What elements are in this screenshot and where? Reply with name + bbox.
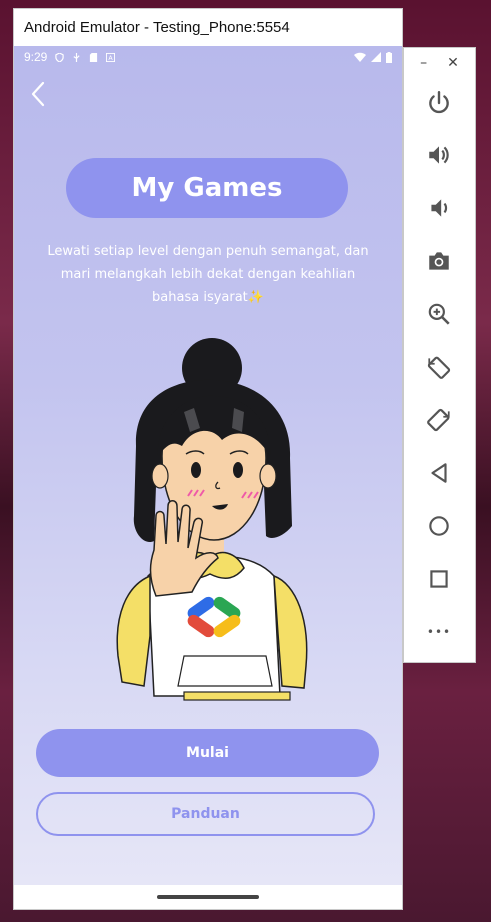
shield-status-icon [55,52,65,62]
circle-home-icon [429,516,449,536]
gesture-handle[interactable] [157,895,259,899]
window-title: Android Emulator - Testing_Phone:5554 [24,19,290,36]
minimize-button[interactable]: – [420,55,427,71]
start-button[interactable]: Mulai [36,729,379,777]
rotate-left-button[interactable] [422,350,456,384]
close-button[interactable]: ✕ [447,55,459,71]
zoom-in-icon [428,303,450,325]
triangle-back-icon [431,463,447,483]
page-title-pill: My Games [66,158,348,218]
zoom-button[interactable] [422,297,456,331]
nav-overview-button[interactable] [422,562,456,596]
square-overview-icon [430,570,448,588]
emulator-side-toolbar: – ✕ ••• [404,48,475,662]
power-icon [429,90,449,114]
wifi-icon [354,52,366,62]
screenshot-button[interactable] [422,244,456,278]
phone-screen: 9:29 A My Games Lewati setiap level deng… [14,46,402,885]
signal-icon [371,52,381,62]
chevron-left-icon [31,81,45,107]
status-bar: 9:29 A [14,46,402,68]
app-status-icon: A [106,52,116,62]
toolbar-window-controls: – ✕ [404,48,475,78]
guide-button[interactable]: Panduan [36,792,375,836]
emulator-window: Android Emulator - Testing_Phone:5554 9:… [14,9,402,909]
nav-home-button[interactable] [422,509,456,543]
nav-back-button[interactable] [422,456,456,490]
volume-up-button[interactable] [422,138,456,172]
window-titlebar[interactable]: Android Emulator - Testing_Phone:5554 [14,9,402,46]
description-text: Lewati setiap level dengan penuh semanga… [47,244,369,305]
volume-down-button[interactable] [422,191,456,225]
battery-icon [386,51,392,63]
svg-text:A: A [109,55,114,62]
back-button[interactable] [28,80,52,108]
power-button[interactable] [422,86,456,120]
rotate-left-icon [427,356,451,379]
volume-up-icon [429,146,449,164]
girl-waving-illustration [116,338,308,701]
gesture-navbar [14,885,402,909]
rotate-right-button[interactable] [422,403,456,437]
volume-down-icon [431,199,448,217]
rotate-right-icon [427,408,450,432]
more-options-button[interactable]: ••• [422,615,456,649]
page-title: My Games [131,173,283,203]
usb-status-icon [73,52,80,62]
status-time: 9:29 [24,50,48,64]
camera-icon [429,252,449,270]
sdcard-status-icon [90,52,98,62]
